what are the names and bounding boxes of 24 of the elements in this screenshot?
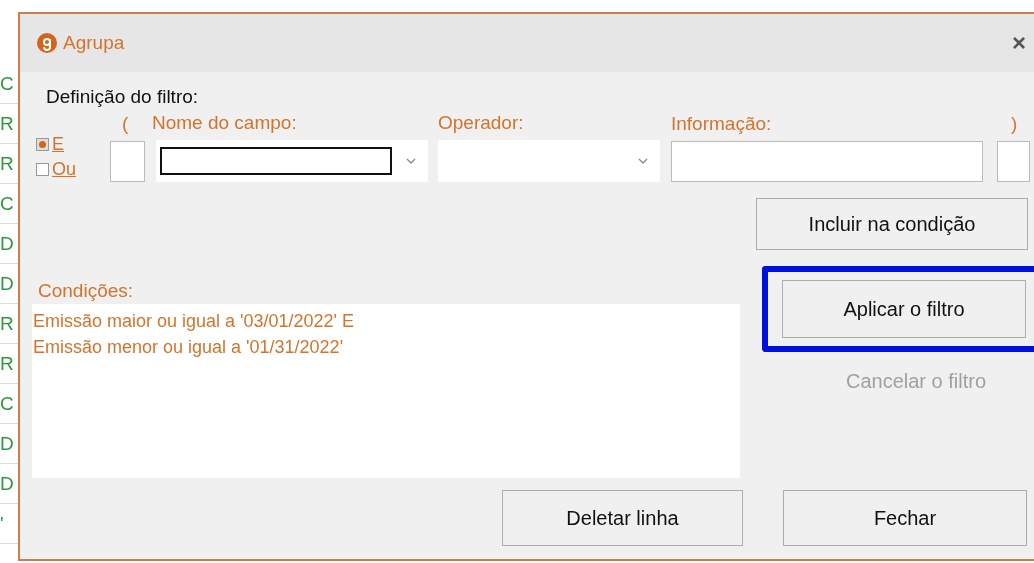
close-button[interactable]: × (1008, 29, 1030, 57)
include-button[interactable]: Incluir na condição (756, 198, 1028, 250)
caret-icon (406, 158, 416, 164)
paren-field[interactable] (997, 141, 1030, 182)
operator-label: Operador: (438, 112, 524, 134)
delete-row-button[interactable]: Deletar linha (502, 490, 743, 546)
info-label: Informação: (671, 113, 772, 135)
radio-option[interactable]: Ou (36, 159, 76, 180)
info-field[interactable] (671, 141, 983, 182)
paren-field[interactable] (110, 141, 145, 182)
operator-dropdown[interactable] (438, 140, 660, 182)
paren-label: ( (122, 113, 129, 135)
close-dialog-button[interactable]: Fechar (783, 490, 1027, 546)
condition-line[interactable]: Emissão menor ou igual a '01/31/2022' (33, 334, 344, 360)
window-title: Agrupa (63, 32, 125, 54)
field-label: Nome do campo: (152, 112, 297, 134)
app-logo-icon (37, 33, 57, 53)
conditions-label: Condições: (38, 280, 135, 302)
section-label: Definição do filtro: (46, 86, 200, 108)
paren-label: ) (1011, 113, 1018, 135)
condition-line[interactable]: Emissão maior ou igual a '03/01/2022' E (33, 308, 355, 334)
caret-icon (638, 158, 648, 164)
apply-filter-button[interactable]: Aplicar o filtro (782, 280, 1026, 338)
field-dropdown[interactable] (156, 140, 428, 182)
